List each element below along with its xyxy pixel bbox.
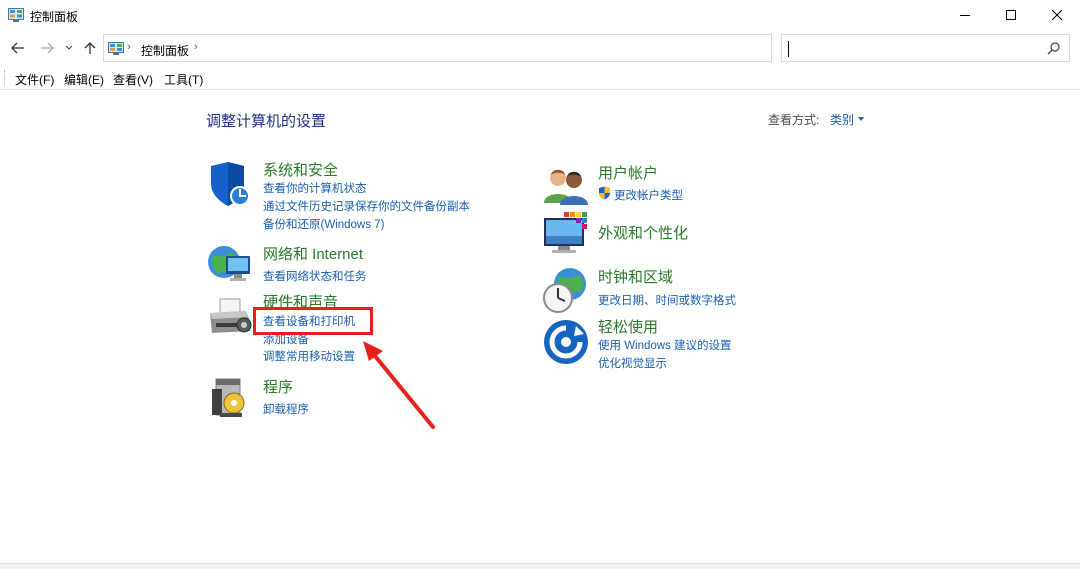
category-appearance[interactable]: 外观和个性化 [598, 222, 688, 243]
link-network-status[interactable]: 查看网络状态和任务 [263, 268, 367, 284]
window-title: 控制面板 [30, 10, 79, 24]
navigation-bar: › 控制面板 › [0, 32, 1080, 64]
link-change-account-type[interactable]: 更改帐户类型 [614, 187, 683, 203]
programs-disc-icon[interactable] [208, 375, 256, 423]
chevron-right-icon[interactable]: › [127, 41, 131, 53]
red-arrow-annotation [363, 341, 435, 429]
link-uninstall-program[interactable]: 卸载程序 [263, 401, 309, 417]
uac-shield-icon [599, 186, 610, 200]
breadcrumb-control-panel[interactable]: 控制面板 [141, 42, 189, 59]
menu-bar: 文件(F) 编辑(E) 查看(V) 工具(T) [0, 66, 1080, 90]
clock-globe-icon[interactable] [542, 266, 590, 314]
link-optimize-visual-display[interactable]: 优化视觉显示 [598, 355, 667, 371]
search-icon [1047, 42, 1060, 55]
network-globe-icon[interactable] [206, 240, 254, 288]
chevron-right-icon[interactable]: › [194, 41, 198, 53]
category-user-accounts[interactable]: 用户帐户 [598, 162, 658, 183]
menu-edit[interactable]: 编辑(E) [64, 71, 104, 88]
printer-icon[interactable] [206, 295, 254, 343]
category-clock-region[interactable]: 时钟和区域 [598, 266, 673, 287]
view-by-dropdown[interactable]: 类别 [830, 111, 854, 128]
category-network-internet[interactable]: 网络和 Internet [263, 243, 363, 264]
link-change-date-time-format[interactable]: 更改日期、时间或数字格式 [598, 292, 736, 308]
close-icon [1052, 10, 1062, 20]
forward-button[interactable] [37, 38, 57, 58]
link-backup-restore[interactable]: 备份和还原(Windows 7) [263, 216, 384, 232]
minimize-button[interactable] [942, 0, 988, 30]
users-icon[interactable] [542, 163, 590, 211]
category-system-security[interactable]: 系统和安全 [263, 159, 338, 180]
link-file-history-backup[interactable]: 通过文件历史记录保存你的文件备份副本 [263, 198, 470, 214]
up-button[interactable] [80, 38, 100, 58]
link-view-computer-status[interactable]: 查看你的计算机状态 [263, 180, 367, 196]
recent-locations-button[interactable] [62, 38, 76, 58]
chevron-down-icon [65, 45, 73, 50]
link-mobility-settings[interactable]: 调整常用移动设置 [263, 348, 355, 364]
category-programs[interactable]: 程序 [263, 376, 293, 397]
shield-icon[interactable] [206, 160, 254, 208]
caret-down-icon[interactable] [858, 117, 864, 121]
menu-view[interactable]: 查看(V) [113, 71, 153, 88]
address-bar[interactable]: › 控制面板 › [103, 34, 864, 62]
link-windows-recommended-settings[interactable]: 使用 Windows 建议的设置 [598, 337, 732, 353]
window-bottom-edge [0, 563, 1080, 569]
control-panel-icon [108, 42, 124, 55]
monitor-palette-icon[interactable] [542, 210, 590, 258]
view-by-label: 查看方式: [768, 113, 820, 127]
control-panel-icon [8, 8, 24, 22]
minimize-icon [960, 15, 970, 16]
close-button[interactable] [1034, 0, 1080, 30]
arrow-up-icon [84, 42, 96, 54]
maximize-button[interactable] [988, 0, 1034, 30]
category-ease-of-access[interactable]: 轻松使用 [598, 316, 658, 337]
back-button[interactable] [8, 38, 28, 58]
highlight-annotation [253, 307, 373, 335]
title-bar: 控制面板 [0, 0, 1080, 32]
search-input[interactable] [781, 34, 1070, 62]
menu-tools[interactable]: 工具(T) [164, 71, 203, 88]
arrow-right-icon [41, 42, 54, 54]
ease-of-access-icon[interactable] [542, 318, 590, 366]
arrow-left-icon [11, 42, 24, 54]
toolbar-grip [4, 70, 6, 86]
page-title: 调整计算机的设置 [206, 113, 327, 130]
text-cursor [788, 41, 789, 57]
maximize-icon [1006, 10, 1016, 20]
menu-file[interactable]: 文件(F) [15, 71, 54, 88]
